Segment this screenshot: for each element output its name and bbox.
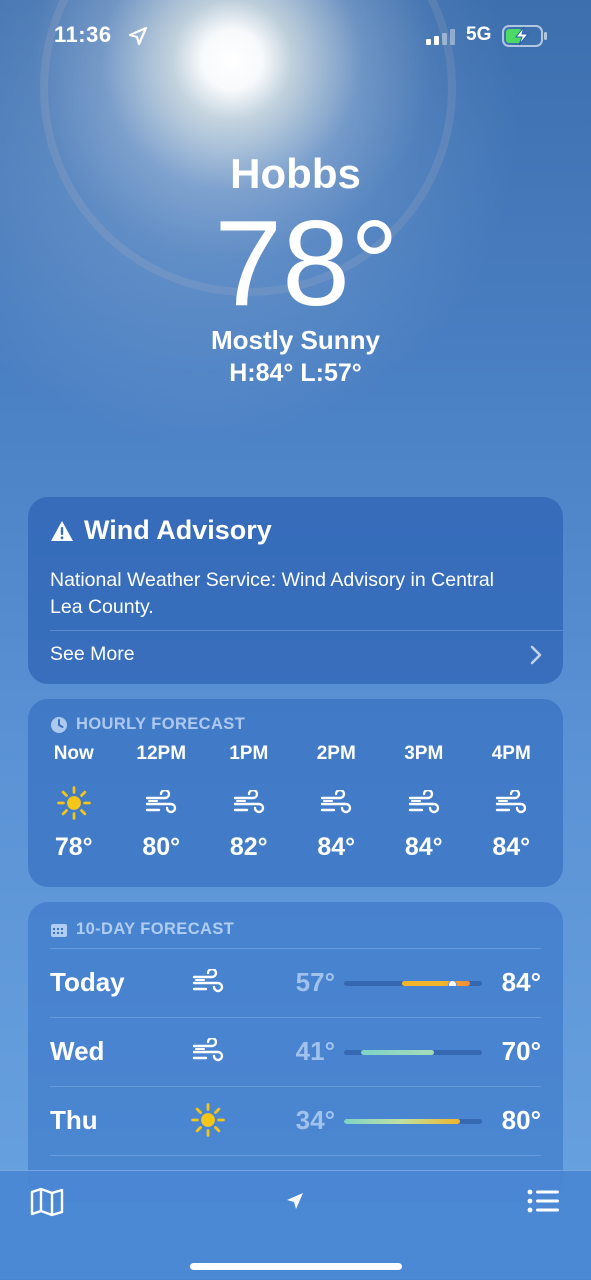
weather-alert-card[interactable]: Wind Advisory National Weather Service: … (28, 497, 563, 684)
wind-icon (408, 790, 439, 814)
hourly-item: 4PM 84° (468, 743, 556, 862)
hour-label: 3PM (404, 743, 444, 764)
hourly-item: Now 78° (30, 743, 118, 862)
current-weather: Hobbs 78° Mostly Sunny H:84° L:57° (0, 150, 591, 390)
current-temp-marker (447, 981, 457, 986)
hour-temp: 82° (229, 833, 268, 861)
clock-icon (51, 716, 67, 733)
day-icon (188, 1034, 228, 1068)
day-icon (188, 1103, 228, 1137)
wind-icon (192, 969, 224, 993)
day-low: 41° (295, 1036, 335, 1066)
day-high: 84° (501, 967, 541, 997)
location-arrow-icon (128, 26, 148, 46)
temp-range-bar (344, 981, 482, 986)
hourly-forecast-card[interactable]: HOURLY FORECAST Now 78° 12PM 80° 1PM 82° 2PM… (28, 699, 563, 887)
map-icon[interactable] (30, 1187, 64, 1217)
current-location-icon[interactable] (286, 1192, 304, 1210)
day-name: Thu (50, 1105, 98, 1135)
status-time: 11:36 (54, 22, 112, 47)
hourly-forecast-header: HOURLY FORECAST (50, 715, 245, 734)
sun-icon (191, 1103, 225, 1137)
hour-label: Now (53, 743, 94, 764)
warning-icon (51, 520, 73, 541)
wind-icon (321, 790, 352, 814)
ten-day-label: 10-DAY FORECAST (76, 920, 235, 938)
hour-label: 2PM (316, 743, 356, 764)
hour-icon (118, 777, 206, 829)
divider (50, 1155, 541, 1156)
city-name: Hobbs (230, 150, 361, 197)
hourly-list: Now 78° 12PM 80° 1PM 82° 2PM 84° 3PM 84° 4PM 8… (28, 743, 563, 862)
hourly-item: 12PM 80° (118, 743, 206, 862)
hour-label: 12PM (136, 743, 187, 764)
see-more-link[interactable]: See More (50, 643, 135, 666)
day-icon (188, 965, 228, 999)
hour-temp: 84° (317, 833, 356, 861)
ten-day-forecast-card[interactable]: 10-DAY FORECAST Today 57° 84° Wed 41° 70… (28, 902, 563, 1202)
wind-icon (496, 790, 527, 814)
ten-day-header: 10-DAY FORECAST (50, 920, 234, 939)
day-high: 80° (501, 1105, 541, 1135)
condition-text: Mostly Sunny (210, 325, 380, 355)
hour-icon (293, 777, 381, 829)
divider (50, 630, 563, 631)
hour-icon (205, 777, 293, 829)
list-icon[interactable] (527, 1189, 559, 1213)
hour-label: 4PM (491, 743, 531, 764)
temp-range-bar (344, 1050, 482, 1055)
home-indicator[interactable] (190, 1263, 402, 1270)
day-row[interactable]: Today 57° 84° (28, 949, 563, 1018)
temp-range-fill (344, 1119, 460, 1124)
high-low: H:84° L:57° (229, 359, 362, 387)
cellular-signal-icon (426, 29, 455, 45)
day-low: 57° (295, 967, 335, 997)
bottom-toolbar (0, 1170, 591, 1280)
alert-title: Wind Advisory (84, 515, 272, 545)
temp-range-bar (344, 1119, 482, 1124)
alert-body: National Weather Service: Wind Advisory … (50, 569, 494, 618)
sun-icon (56, 786, 91, 820)
calendar-icon (51, 923, 67, 937)
wind-icon (192, 1038, 224, 1062)
current-temperature: 78° (214, 195, 399, 331)
hour-temp: 78° (54, 833, 93, 861)
network-type: 5G (466, 24, 492, 45)
wind-icon (146, 790, 177, 814)
hour-icon (30, 777, 118, 829)
hour-temp: 80° (142, 833, 181, 861)
hourly-forecast-label: HOURLY FORECAST (76, 715, 246, 733)
hour-icon (468, 777, 556, 829)
day-name: Wed (50, 1036, 105, 1066)
hour-temp: 84° (404, 833, 443, 861)
wind-icon (233, 790, 264, 814)
day-row[interactable]: Thu 34° 80° (28, 1087, 563, 1156)
day-row[interactable]: Wed 41° 70° (28, 1018, 563, 1087)
day-high: 70° (501, 1036, 541, 1066)
day-name: Today (50, 967, 125, 997)
alert-header: Wind Advisory (50, 515, 272, 546)
day-low: 34° (295, 1105, 335, 1135)
temp-range-fill (360, 1050, 434, 1055)
status-bar: 11:36 5G (0, 20, 591, 52)
chevron-right-icon[interactable] (529, 645, 543, 665)
hour-temp: 84° (492, 833, 531, 861)
battery-charging-icon (502, 25, 547, 47)
hourly-item: 3PM 84° (380, 743, 468, 862)
hourly-item: 1PM 82° (205, 743, 293, 862)
hour-label: 1PM (229, 743, 269, 764)
hour-icon (380, 777, 468, 829)
temp-range-fill (401, 981, 470, 986)
hourly-item: 2PM 84° (293, 743, 381, 862)
